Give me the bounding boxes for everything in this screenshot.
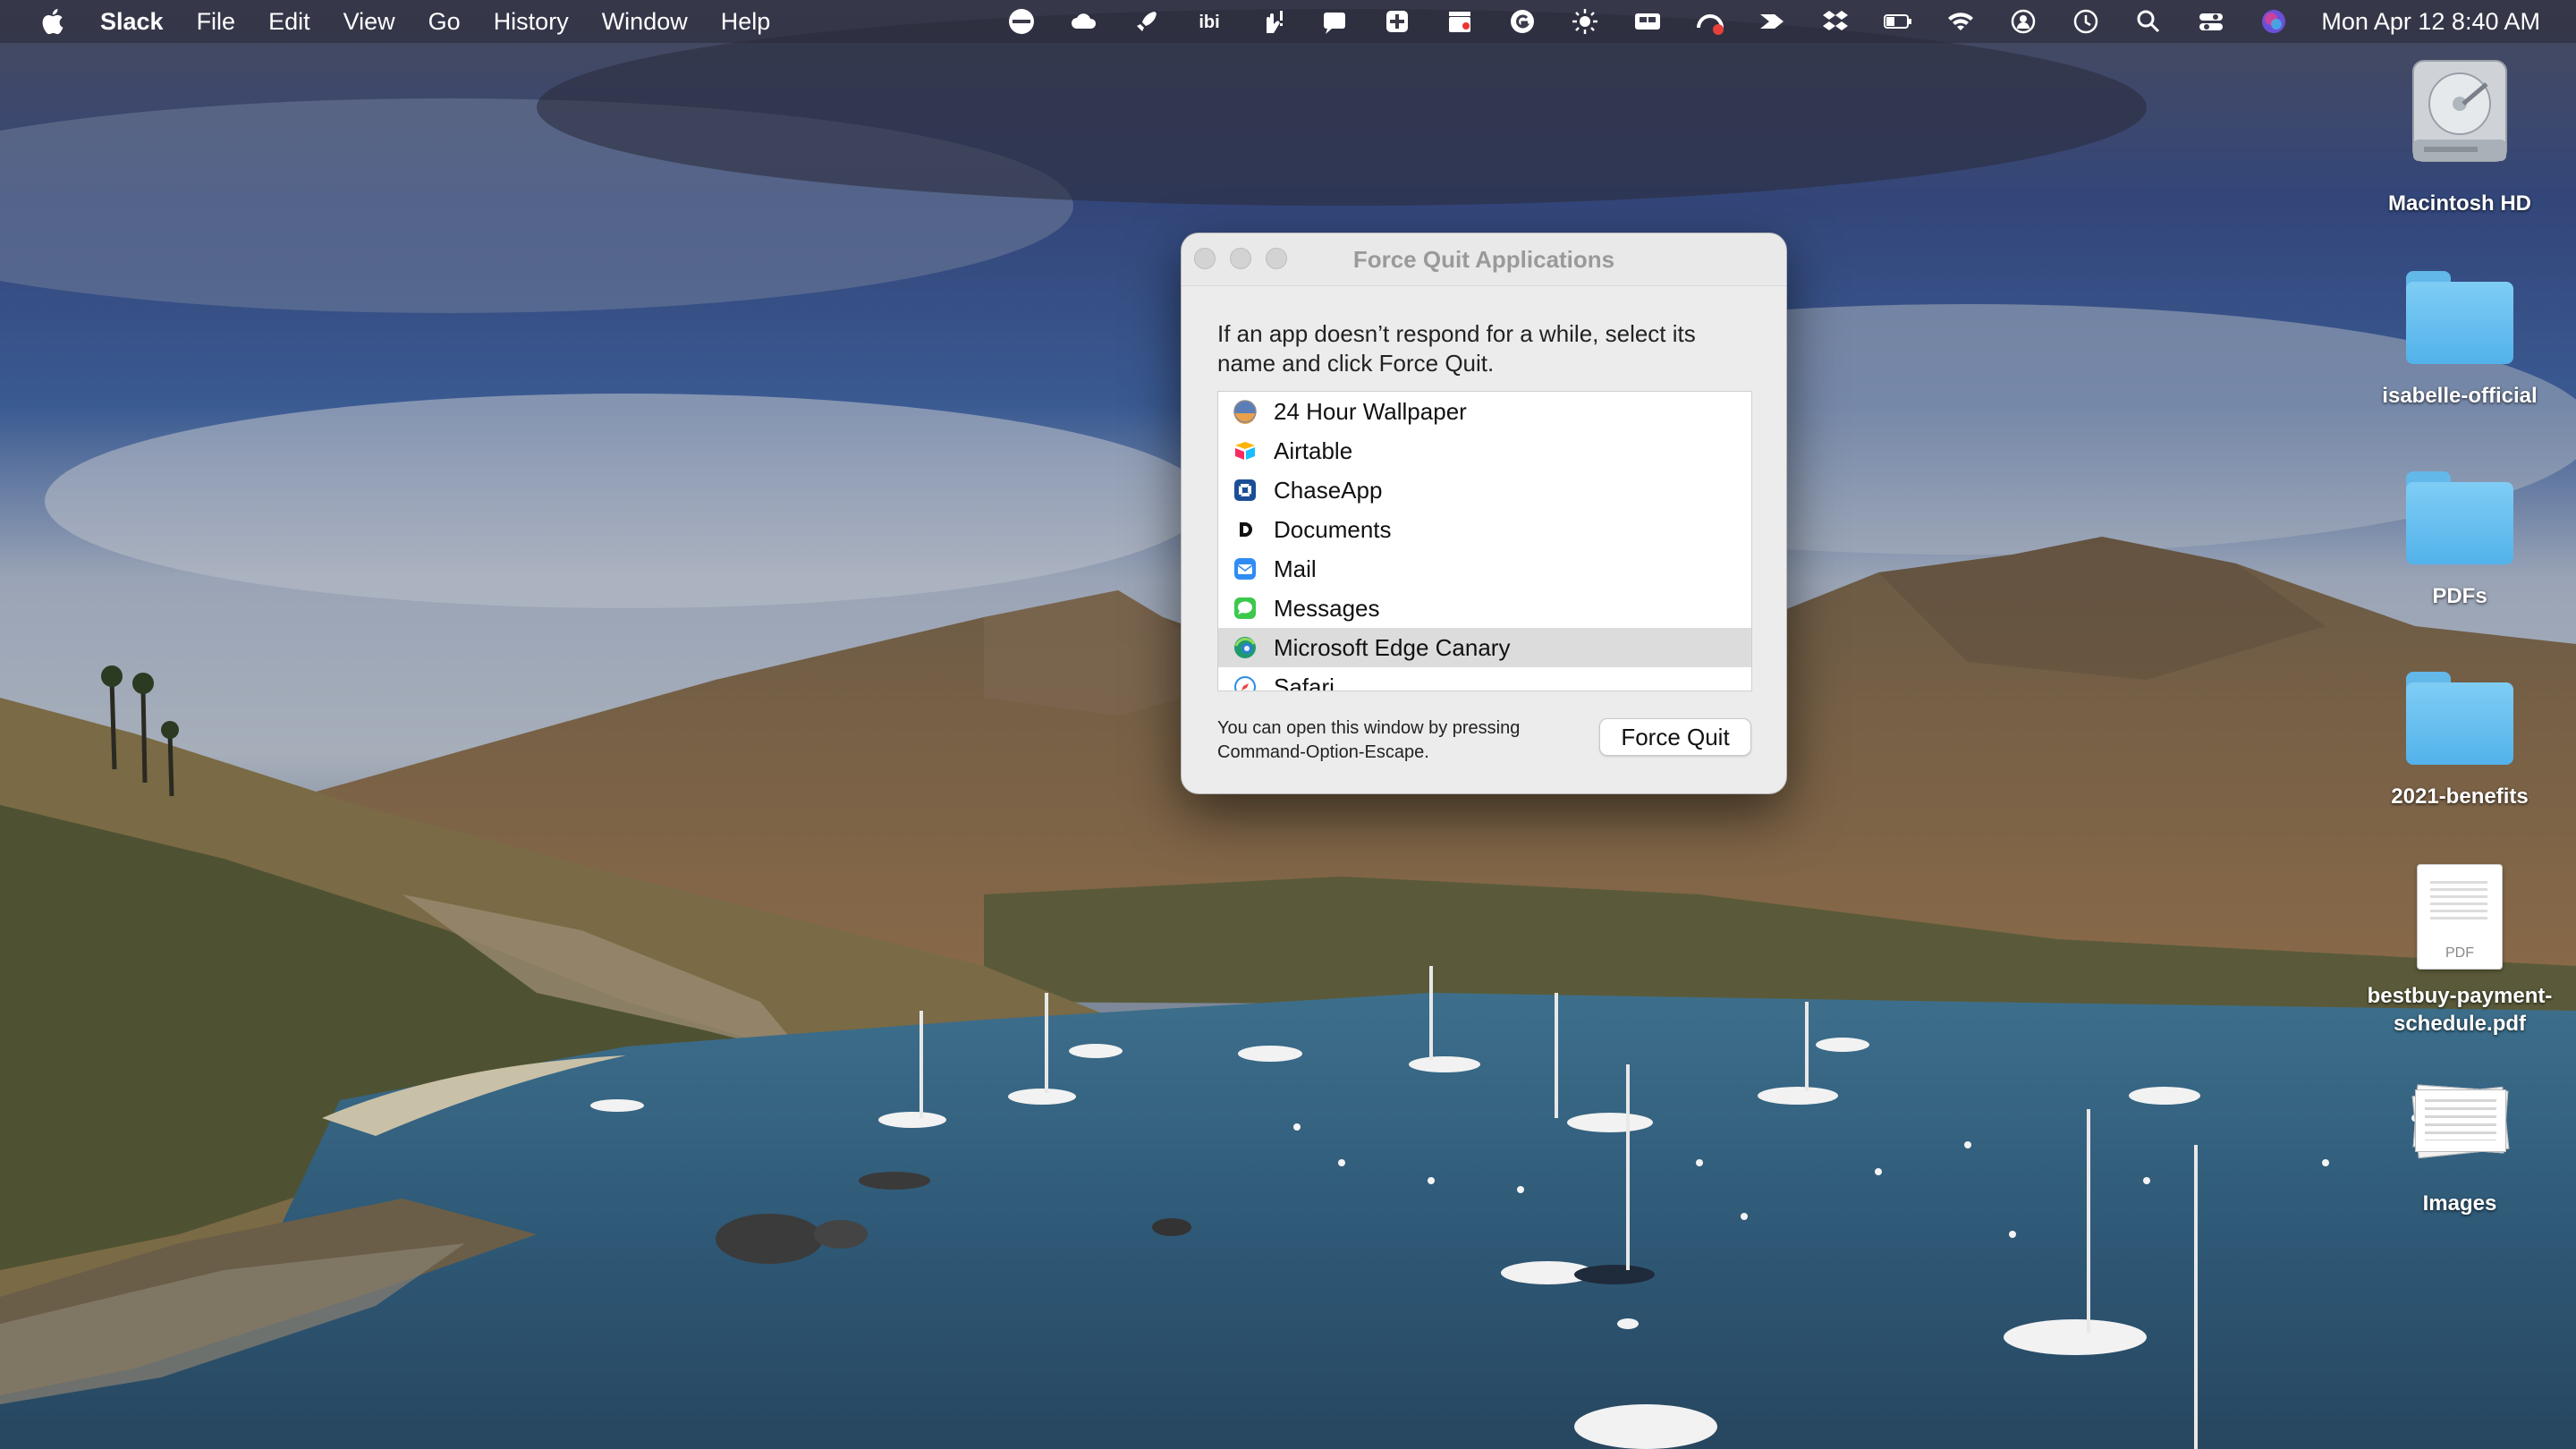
menu-go[interactable]: Go <box>428 8 461 36</box>
app-name: ChaseApp <box>1274 476 1383 504</box>
speedometer-icon[interactable] <box>1695 6 1725 37</box>
pdf-file-icon: PDF <box>2417 864 2503 970</box>
brightness-icon[interactable] <box>1570 6 1600 37</box>
folder-icon <box>2406 672 2513 765</box>
svg-text:ibi: ibi <box>1199 13 1220 32</box>
display-icon[interactable] <box>1632 6 1663 37</box>
desktop-item-bestbuy-pdf[interactable]: PDF bestbuy-payment-schedule.pdf <box>2361 864 2558 1038</box>
folder-icon <box>2406 271 2513 364</box>
notification-icon[interactable] <box>1319 6 1350 37</box>
app-row-safari[interactable]: Safari <box>1218 667 1751 691</box>
menu-edit[interactable]: Edit <box>268 8 310 36</box>
desktop-item-images[interactable]: Images <box>2361 1079 2558 1217</box>
app-row-documents[interactable]: Documents <box>1218 510 1751 549</box>
app-row-mail[interactable]: Mail <box>1218 549 1751 589</box>
siri-icon[interactable] <box>2258 6 2289 37</box>
user-account-icon[interactable] <box>2008 6 2038 37</box>
messages-icon <box>1233 596 1258 621</box>
cloud-icon[interactable] <box>1069 6 1099 37</box>
desktop-item-isabelle-official[interactable]: isabelle-official <box>2361 271 2558 410</box>
desktop-item-label: PDFs <box>2432 584 2487 608</box>
desktop-item-macintosh-hd[interactable]: Macintosh HD <box>2361 57 2558 217</box>
app-list[interactable]: 24 Hour Wallpaper Airtable ChaseApp Docu… <box>1217 391 1752 691</box>
airtable-icon <box>1233 438 1258 463</box>
menu-view[interactable]: View <box>343 8 395 36</box>
desktop-item-label: Images <box>2422 1191 2497 1216</box>
grammarly-icon[interactable] <box>1507 6 1538 37</box>
window-titlebar[interactable]: Force Quit Applications <box>1182 233 1786 286</box>
dropbox-icon[interactable] <box>1820 6 1851 37</box>
do-not-disturb-icon[interactable] <box>1006 6 1037 37</box>
wallpaper-icon <box>1233 399 1258 424</box>
desktop-item-2021-benefits[interactable]: 2021-benefits <box>2361 672 2558 810</box>
documents-icon <box>1233 517 1258 542</box>
control-center-icon[interactable] <box>2196 6 2226 37</box>
wifi-icon[interactable] <box>1945 6 1976 37</box>
desktop-item-pdfs[interactable]: PDFs <box>2361 471 2558 610</box>
mail-icon <box>1233 556 1258 581</box>
hand-alert-icon[interactable] <box>1257 6 1287 37</box>
app-name: Safari <box>1274 673 1335 691</box>
rocket-icon[interactable] <box>1131 6 1162 37</box>
chase-icon <box>1233 478 1258 503</box>
clapper-icon[interactable] <box>1445 6 1475 37</box>
menu-bar: Slack File Edit View Go History Window H… <box>0 0 2576 43</box>
app-row-microsoft-edge-canary[interactable]: Microsoft Edge Canary <box>1218 628 1751 667</box>
desktop-item-label: bestbuy-payment-schedule.pdf <box>2367 984 2553 1036</box>
search-icon[interactable] <box>2133 6 2164 37</box>
menu-app-name[interactable]: Slack <box>100 8 164 36</box>
ibi-icon[interactable]: ibi <box>1194 6 1224 37</box>
force-quit-description: If an app doesn’t respond for a while, s… <box>1217 320 1696 377</box>
app-name: 24 Hour Wallpaper <box>1274 397 1467 425</box>
time-machine-icon[interactable] <box>2071 6 2101 37</box>
menu-history[interactable]: History <box>494 8 569 36</box>
plus-medical-icon[interactable] <box>1382 6 1412 37</box>
app-row-chaseapp[interactable]: ChaseApp <box>1218 470 1751 510</box>
app-name: Messages <box>1274 594 1380 622</box>
force-quit-window: Force Quit Applications If an app doesn’… <box>1181 233 1787 794</box>
menu-help[interactable]: Help <box>721 8 771 36</box>
desktop-item-label: Macintosh HD <box>2387 191 2531 216</box>
arrow-forward-icon[interactable] <box>1758 6 1788 37</box>
folder-icon <box>2406 471 2513 564</box>
window-title: Force Quit Applications <box>1352 246 1615 273</box>
app-row-airtable[interactable]: Airtable <box>1218 431 1751 470</box>
menu-clock[interactable]: Mon Apr 12 8:40 AM <box>2321 8 2540 36</box>
app-row-messages[interactable]: Messages <box>1218 589 1751 628</box>
images-stack-icon <box>2410 1079 2510 1159</box>
app-name: Microsoft Edge Canary <box>1274 633 1511 661</box>
app-name: Airtable <box>1274 436 1353 464</box>
menu-file[interactable]: File <box>197 8 236 36</box>
app-name: Documents <box>1274 515 1392 543</box>
desktop-item-label: isabelle-official <box>2382 384 2538 408</box>
pdf-badge: PDF <box>2445 945 2474 961</box>
app-name: Mail <box>1274 555 1317 582</box>
edge-canary-icon <box>1233 635 1258 660</box>
safari-icon <box>1233 674 1258 691</box>
shortcut-hint: You can open this window by pressing Com… <box>1217 718 1521 762</box>
desktop-item-label: 2021-benefits <box>2391 784 2529 809</box>
battery-icon[interactable] <box>1883 6 1913 37</box>
hard-drive-icon <box>2410 57 2510 166</box>
apple-menu-icon[interactable] <box>38 6 64 37</box>
app-row-24-hour-wallpaper[interactable]: 24 Hour Wallpaper <box>1218 392 1751 431</box>
menu-window[interactable]: Window <box>602 8 688 36</box>
force-quit-button[interactable]: Force Quit <box>1599 718 1751 756</box>
